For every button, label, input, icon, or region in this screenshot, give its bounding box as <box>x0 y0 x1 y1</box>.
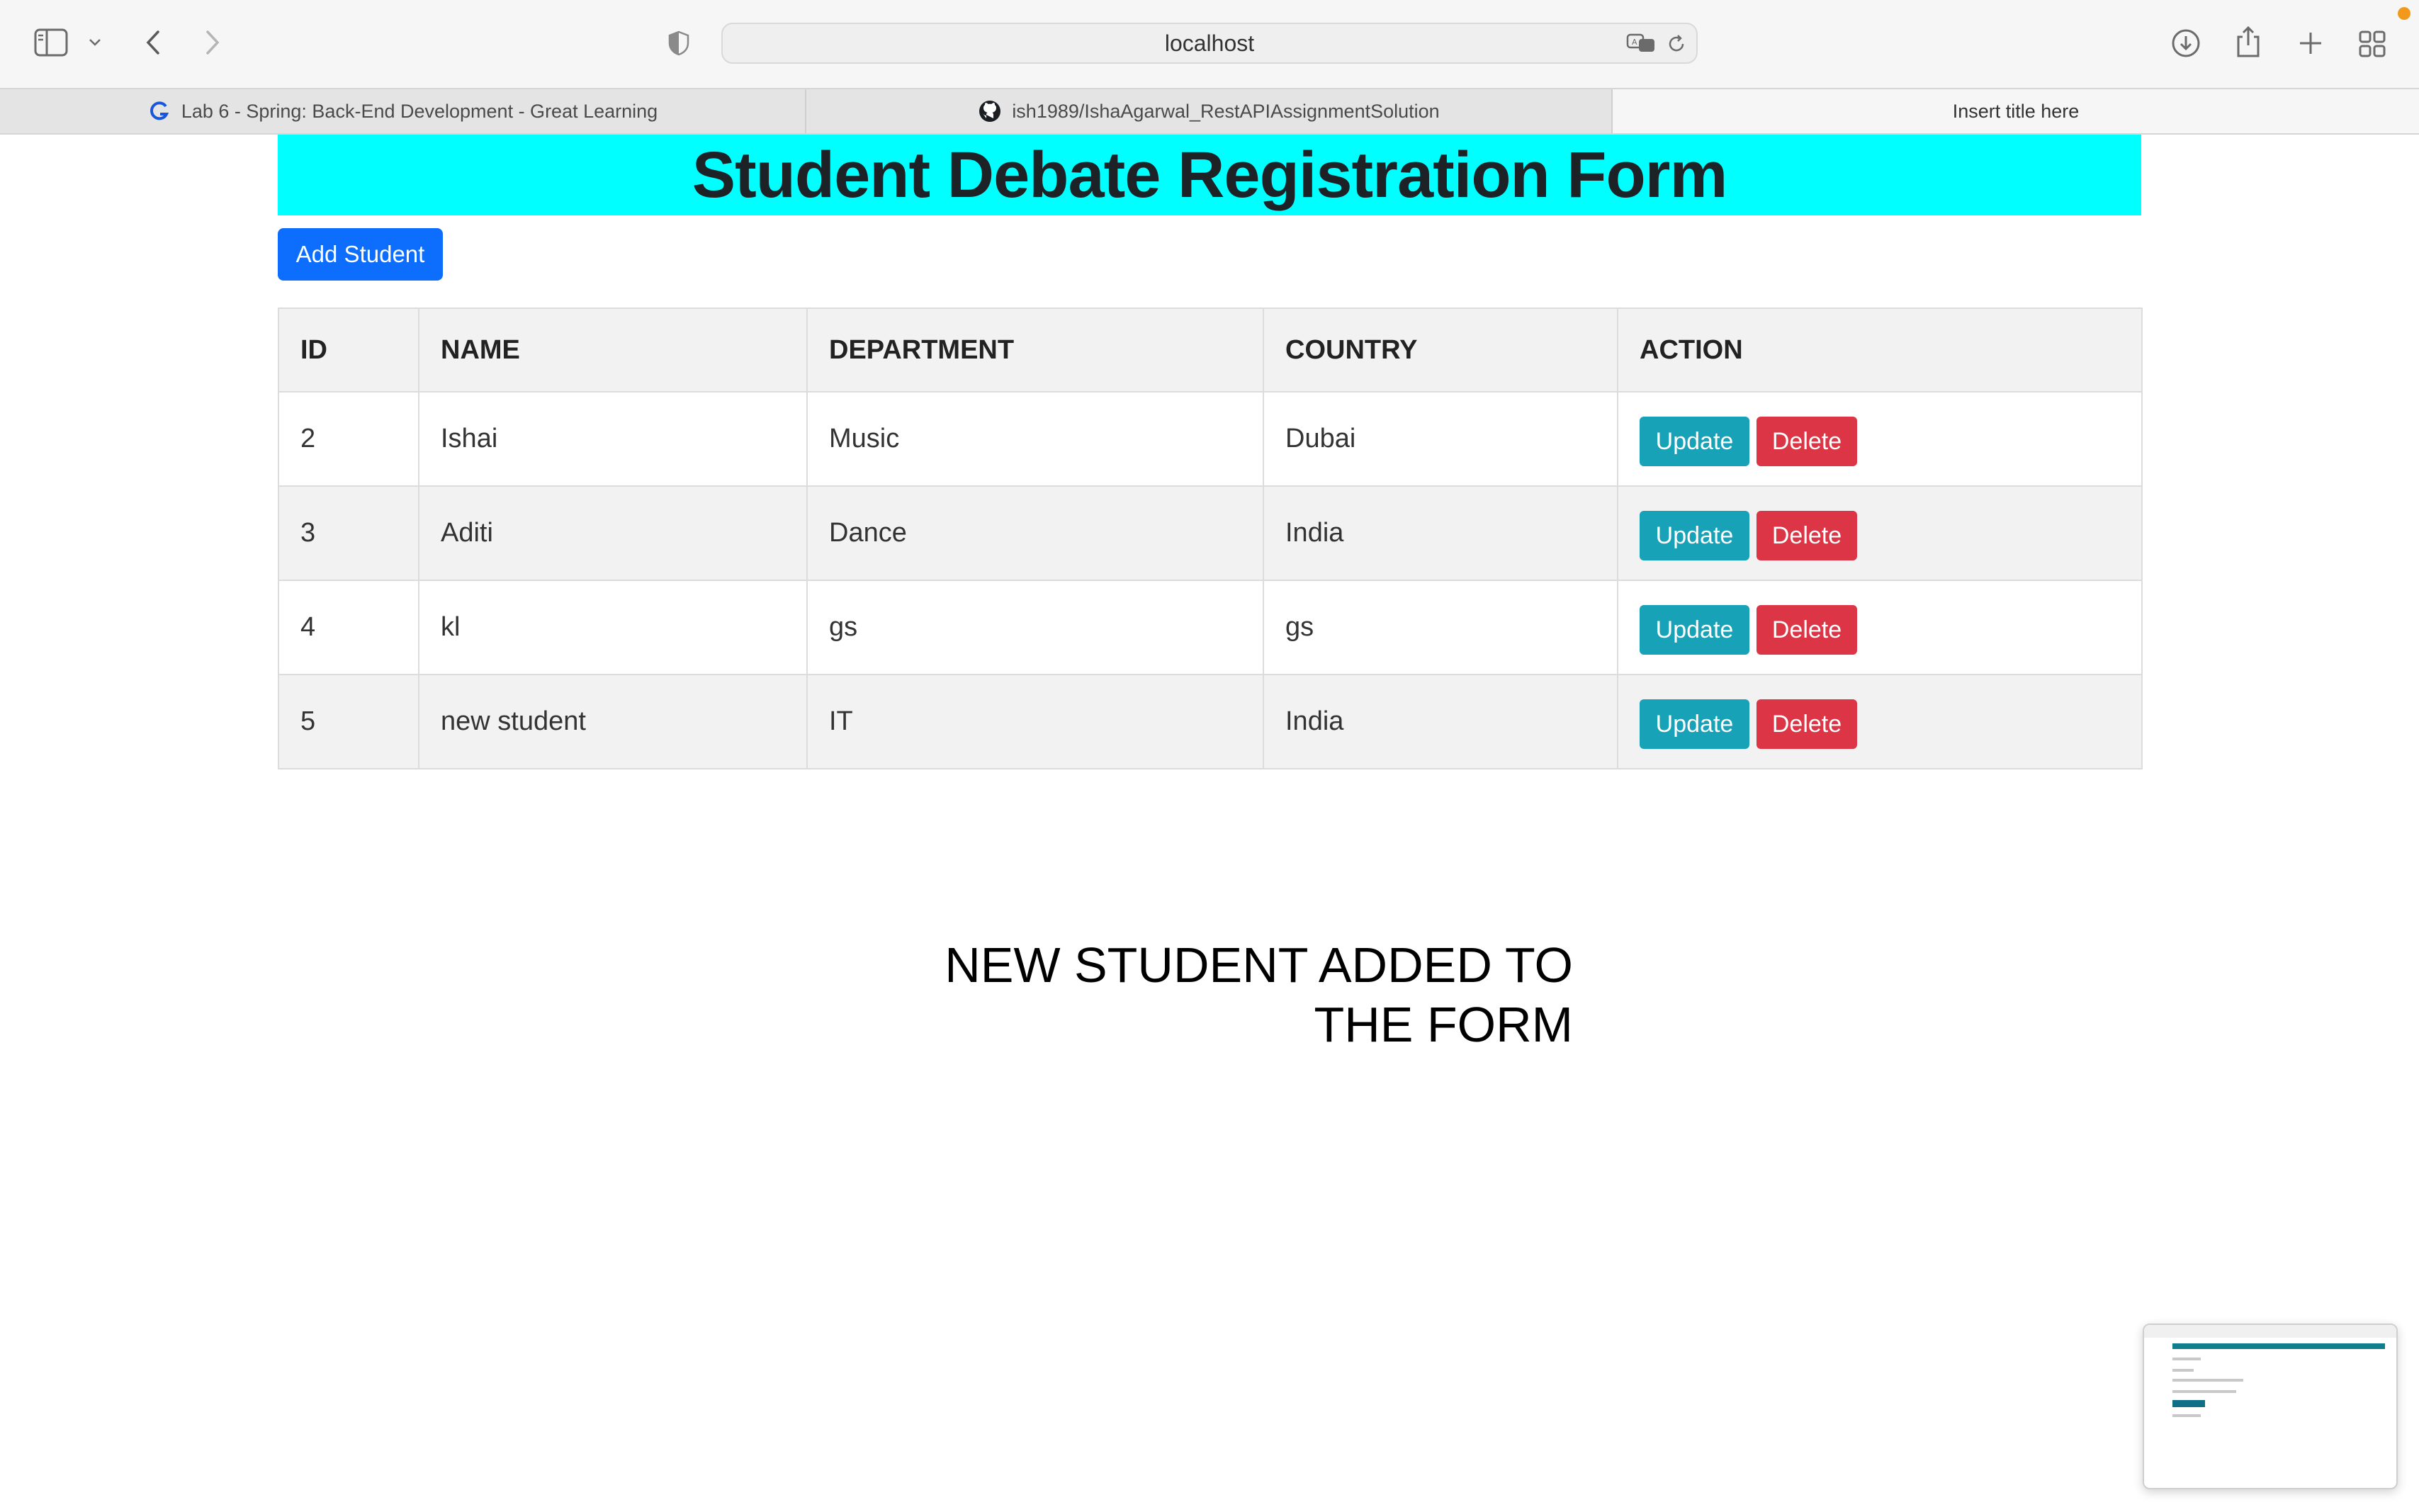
thumbnail-toolbar <box>2144 1325 2396 1338</box>
cell-action: Update Delete <box>1617 674 2143 769</box>
thumbnail-line <box>2172 1390 2236 1393</box>
annotation-caption: NEW STUDENT ADDED TO THE FORM <box>779 935 1573 1054</box>
thumbnail-button <box>2172 1400 2205 1407</box>
cell-name: Ishai <box>418 391 808 487</box>
notification-dot <box>2398 7 2410 20</box>
update-button[interactable]: Update <box>1640 510 1749 560</box>
github-icon <box>978 99 1002 123</box>
tab-insert-title[interactable]: Insert title here <box>1613 89 2419 133</box>
column-header-department: DEPARTMENT <box>806 308 1264 393</box>
column-header-id: ID <box>278 308 419 393</box>
delete-button[interactable]: Delete <box>1757 699 1857 749</box>
screenshot-thumbnail[interactable] <box>2143 1324 2398 1489</box>
tab-label: Insert title here <box>1952 100 2080 122</box>
back-icon[interactable] <box>139 26 167 60</box>
cell-id: 2 <box>278 391 419 487</box>
tab-overview-icon[interactable] <box>2357 28 2388 60</box>
caption-line: THE FORM <box>1314 997 1573 1052</box>
cell-country: gs <box>1263 580 1618 675</box>
delete-button[interactable]: Delete <box>1757 604 1857 655</box>
tab-label: ish1989/IshaAgarwal_RestAPIAssignmentSol… <box>1012 100 1440 122</box>
cell-id: 3 <box>278 485 419 581</box>
tab-great-learning[interactable]: Lab 6 - Spring: Back-End Development - G… <box>0 89 806 133</box>
cell-action: Update Delete <box>1617 580 2143 675</box>
tab-label: Lab 6 - Spring: Back-End Development - G… <box>181 100 658 122</box>
forward-icon[interactable] <box>198 26 227 60</box>
update-button[interactable]: Update <box>1640 604 1749 655</box>
sidebar-toggle-icon[interactable] <box>31 26 71 60</box>
table-row: 3 Aditi Dance India Update Delete <box>278 485 2143 581</box>
cell-country: India <box>1263 485 1618 581</box>
cell-department: Music <box>806 391 1264 487</box>
cell-country: India <box>1263 674 1618 769</box>
table-header-row: ID NAME DEPARTMENT COUNTRY ACTION <box>278 308 2143 393</box>
svg-text:A: A <box>1632 38 1637 47</box>
translate-icon[interactable]: A <box>1625 30 1658 57</box>
url-text[interactable]: localhost <box>723 24 1696 62</box>
browser-toolbar: localhost A <box>0 0 2419 88</box>
cell-name: new student <box>418 674 808 769</box>
cell-name: kl <box>418 580 808 675</box>
column-header-name: NAME <box>418 308 808 393</box>
chevron-down-icon[interactable] <box>85 33 105 52</box>
update-button[interactable]: Update <box>1640 416 1749 466</box>
privacy-shield-icon[interactable] <box>666 28 692 58</box>
downloads-icon[interactable] <box>2170 27 2202 60</box>
page-title: Student Debate Registration Form <box>692 138 1728 211</box>
delete-button[interactable]: Delete <box>1757 416 1857 466</box>
cell-name: Aditi <box>418 485 808 581</box>
add-student-button[interactable]: Add Student <box>278 228 443 281</box>
thumbnail-line <box>2172 1358 2201 1360</box>
cell-department: gs <box>806 580 1264 675</box>
cell-department: IT <box>806 674 1264 769</box>
address-bar[interactable]: localhost A <box>721 23 1698 64</box>
table-row: 4 kl gs gs Update Delete <box>278 580 2143 675</box>
cell-id: 5 <box>278 674 419 769</box>
cell-country: Dubai <box>1263 391 1618 487</box>
students-table: ID NAME DEPARTMENT COUNTRY ACTION 2 Isha… <box>278 308 2143 769</box>
reload-icon[interactable] <box>1664 31 1689 57</box>
table-row: 5 new student IT India Update Delete <box>278 674 2143 769</box>
tab-bar: Lab 6 - Spring: Back-End Development - G… <box>0 88 2419 135</box>
thumbnail-header <box>2172 1343 2385 1349</box>
delete-button[interactable]: Delete <box>1757 510 1857 560</box>
great-learning-icon <box>147 99 171 123</box>
thumbnail-line <box>2172 1379 2243 1382</box>
cell-action: Update Delete <box>1617 391 2143 487</box>
thumbnail-line <box>2172 1414 2201 1417</box>
caption-line: NEW STUDENT ADDED TO <box>945 937 1573 993</box>
new-tab-icon[interactable] <box>2296 28 2325 58</box>
cell-action: Update Delete <box>1617 485 2143 581</box>
table-row: 2 Ishai Music Dubai Update Delete <box>278 391 2143 487</box>
column-header-country: COUNTRY <box>1263 308 1618 393</box>
update-button[interactable]: Update <box>1640 699 1749 749</box>
share-icon[interactable] <box>2233 24 2263 60</box>
cell-id: 4 <box>278 580 419 675</box>
tab-github[interactable]: ish1989/IshaAgarwal_RestAPIAssignmentSol… <box>806 89 1613 133</box>
page-header: Student Debate Registration Form <box>278 135 2141 215</box>
thumbnail-line <box>2172 1369 2194 1372</box>
cell-department: Dance <box>806 485 1264 581</box>
column-header-action: ACTION <box>1617 308 2143 393</box>
